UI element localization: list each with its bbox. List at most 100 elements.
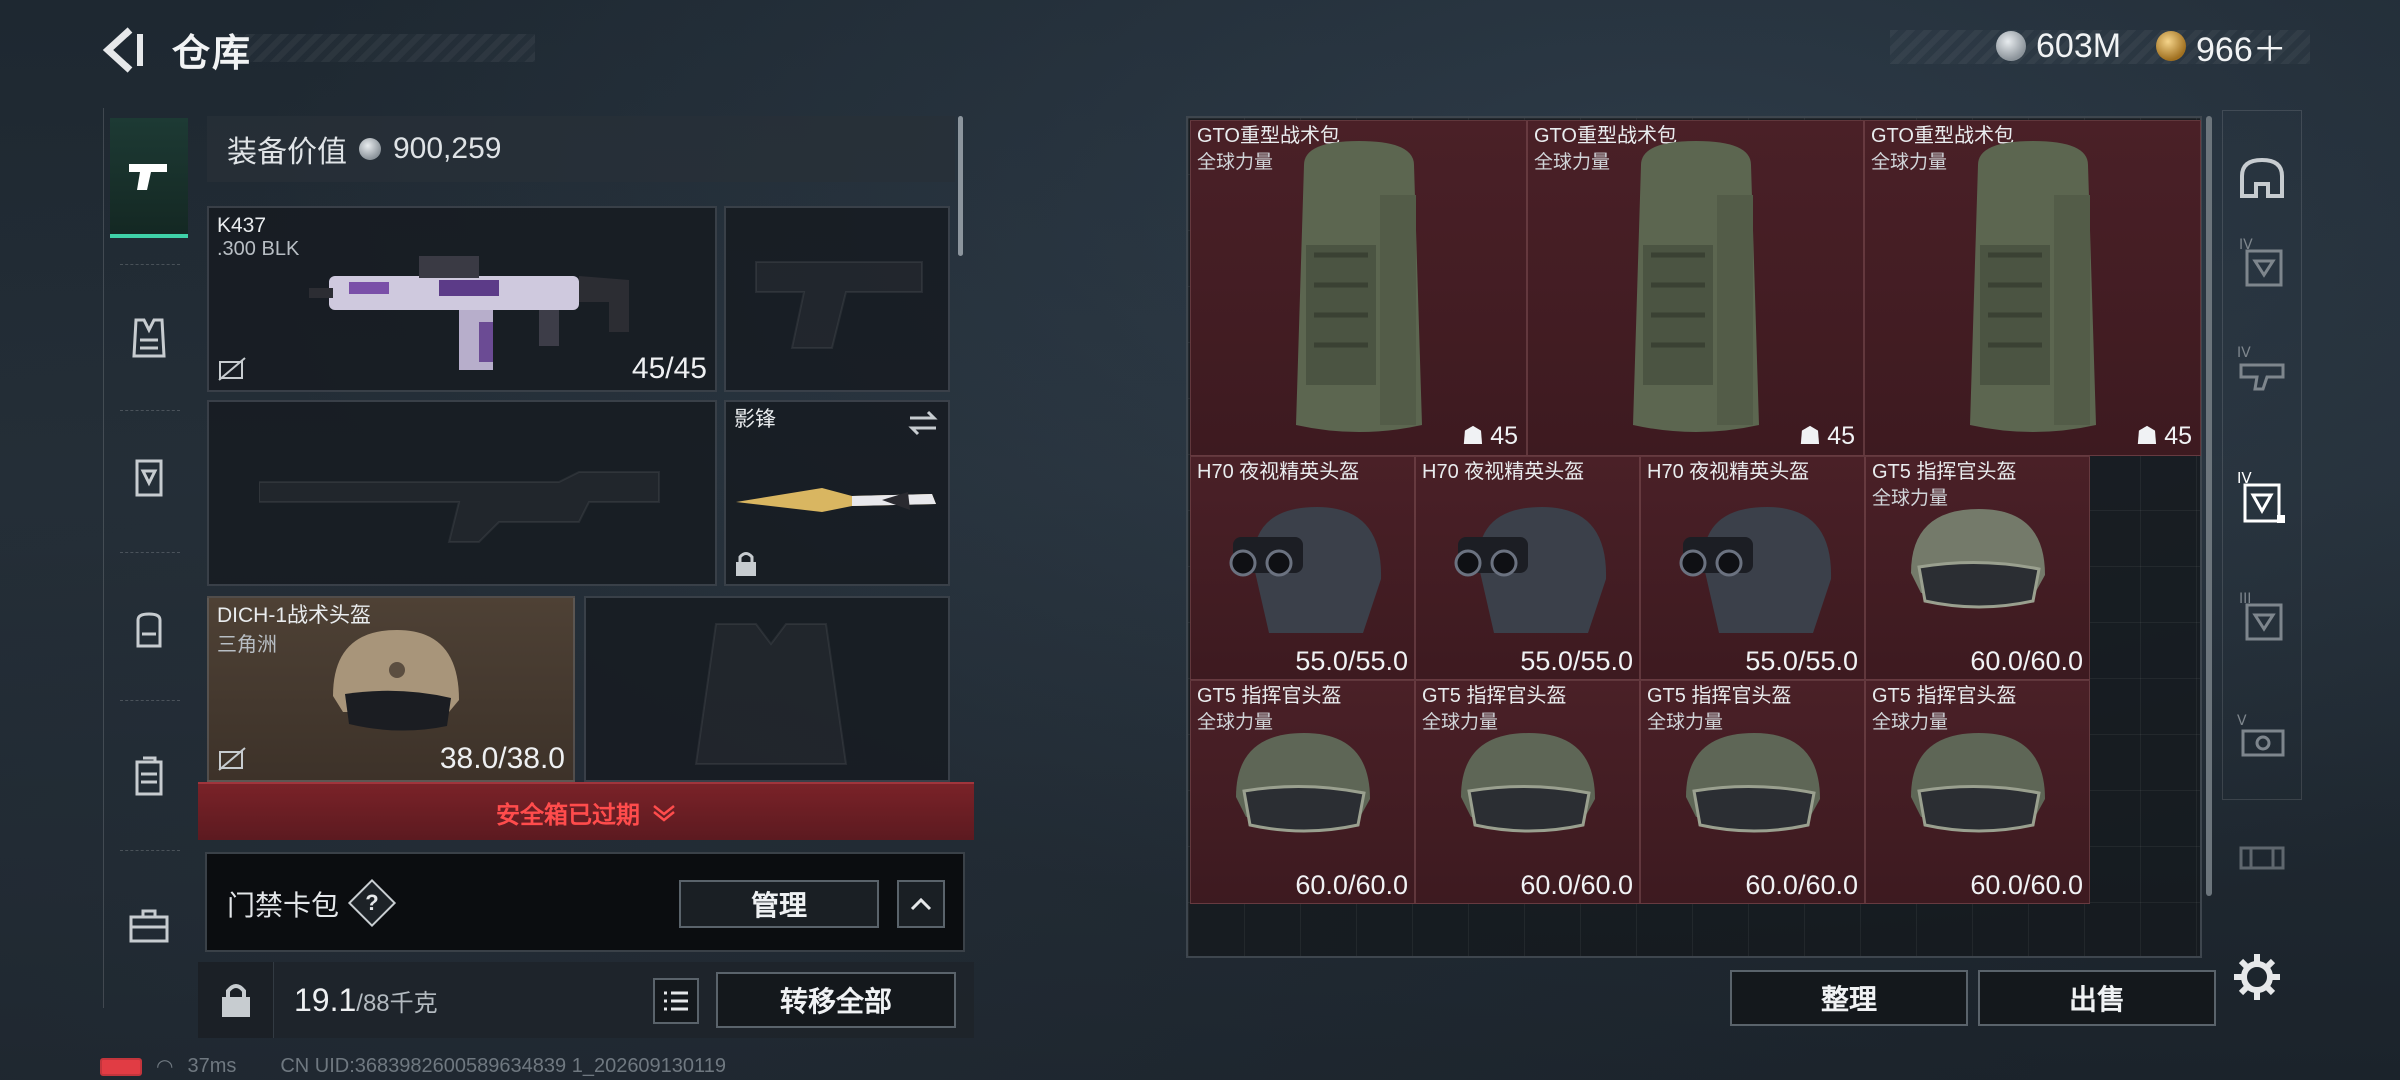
help-glyph: ? [365,890,379,915]
nav-divider [120,410,180,411]
currency-silver[interactable]: 603M [1996,24,2121,68]
item-sub: 全球力量 [1871,152,1948,173]
rig-iv-filter-icon: IV [2237,345,2285,391]
filter-armor-v[interactable]: V [2222,694,2302,778]
stash-scrollbar[interactable] [2206,116,2212,896]
item-capacity: ☗ 45 [2136,421,2192,451]
item-durability: 60.0/60.0 [1970,870,2083,900]
list-icon [664,991,688,1011]
filter-armor-iv[interactable]: IV [2222,220,2302,304]
stash-item-helmet[interactable]: GT5 指挥官头盔 全球力量 60.0/60.0 [1640,680,1865,904]
equipment-value-bar: 装备价值 900,259 [207,116,955,182]
capacity-icon: ☗ [1461,422,1485,450]
currency-gold-value: 966＋ [2196,30,2287,69]
item-durability: 60.0/60.0 [1520,870,1633,900]
stash-item-helmet[interactable]: GT5 指挥官头盔 全球力量 60.0/60.0 [1415,680,1640,904]
filter-armor-iv-active[interactable]: IV [2222,456,2302,540]
nav-divider [120,264,180,265]
no-insurance-icon [218,357,246,381]
knife-image [736,488,936,512]
commander-helmet-image [1910,733,2045,833]
chevron-up-icon [910,897,932,911]
primary-weapon-slot[interactable]: K437 .300 BLK 45/45 [207,206,717,392]
armor-v-filter-icon: V [2237,713,2285,757]
backpack-image [1295,141,1422,432]
filter-rig-iv[interactable]: IV [2222,326,2302,410]
weight-current: 19.1 [294,982,357,1018]
padlock-icon [221,984,250,1017]
stash-grid: GTO重型战术包 全球力量 ☗ 45 GTO重型战术包 全球力量 ☗ 45 GTO重… [1186,116,2202,958]
commander-helmet-image [1685,733,1820,833]
bag-lock-button[interactable] [198,962,274,1038]
stash-item-helmet[interactable]: GT5 指挥官头盔 全球力量 60.0/60.0 [1865,456,2090,680]
item-name: GT5 指挥官头盔 [1422,685,1567,707]
back-button[interactable] [100,22,148,78]
gear-icon [2234,954,2280,1000]
stash-item-helmet[interactable]: H70 夜视精英头盔 55.0/55.0 [1190,456,1415,680]
item-durability: 60.0/60.0 [1745,870,1858,900]
rig-filter-icon [2239,846,2285,870]
sort-button[interactable]: 整理 [1730,970,1968,1026]
item-capacity: ☗ 45 [1799,421,1855,451]
title-decoration [230,34,535,62]
nvg-helmet-image [1454,507,1606,633]
stash-item-helmet[interactable]: GT5 指挥官头盔 全球力量 60.0/60.0 [1865,680,2090,904]
transfer-all-button[interactable]: 转移全部 [716,972,956,1028]
nav-armor[interactable] [110,418,188,538]
nav-toolbox[interactable] [110,866,188,986]
stash-item-backpack[interactable]: GTO重型战术包 全球力量 ☗ 45 [1190,120,1527,456]
helmet-slot[interactable]: DICH-1战术头盔 三角洲 38.0/38.0 [207,596,575,782]
help-icon[interactable]: ? [347,878,397,928]
helmet-durability: 38.0/38.0 [439,742,565,775]
sidearm-slot[interactable] [724,206,950,392]
armor-slot[interactable] [584,596,950,782]
loadout-scrollbar[interactable] [958,116,963,256]
filter-helmet[interactable] [2222,136,2302,220]
currency-gold[interactable]: 966＋ [2156,24,2287,69]
filter-armor-iii[interactable]: III [2222,574,2302,658]
uid-text: CN UID:3683982600589634839 1_20260913011… [280,1055,726,1077]
lock-icon [736,552,756,576]
stash-item-helmet[interactable]: H70 夜视精英头盔 55.0/55.0 [1415,456,1640,680]
item-name: H70 夜视精英头盔 [1197,461,1360,483]
item-durability: 55.0/55.0 [1745,646,1858,676]
stash-item-helmet[interactable]: H70 夜视精英头盔 55.0/55.0 [1640,456,1865,680]
safe-box-expired-banner[interactable]: 安全箱已过期 [198,782,974,840]
filter-tag: V [2237,713,2247,729]
item-name: GT5 指挥官头盔 [1197,685,1342,707]
melee-slot[interactable]: 影锋 [724,400,950,586]
item-name: GT5 指挥官头盔 [1872,685,2017,707]
item-durability: 60.0/60.0 [1970,646,2083,676]
collapse-button[interactable] [897,880,945,928]
safe-box-expired-label: 安全箱已过期 [496,801,640,829]
pistol-icon [129,164,167,190]
stash-item-backpack[interactable]: GTO重型战术包 全球力量 ☗ 45 [1527,120,1864,456]
nav-vest[interactable] [110,278,188,398]
swap-icon[interactable] [908,410,938,436]
armor-iv-filter-icon: IV [2237,469,2285,523]
stash-item-backpack[interactable]: GTO重型战术包 全球力量 ☗ 45 [1864,120,2201,456]
secondary-weapon-slot[interactable] [207,400,717,586]
chevron-down-icon [653,805,675,822]
sell-button[interactable]: 出售 [1978,970,2216,1026]
commander-helmet-image [1910,509,2045,609]
weight-bar: 19.1/88千克 转移全部 [198,962,974,1038]
weight-readout: 19.1/88千克 [294,982,438,1019]
stash-item-helmet[interactable]: GT5 指挥官头盔 全球力量 60.0/60.0 [1190,680,1415,904]
status-bar: ◠ 37ms CN UID:3683982600589634839 1_2026… [100,1054,726,1079]
item-sub: 全球力量 [1534,152,1611,173]
rifle-placeholder-icon [259,471,660,543]
nav-divider [120,552,180,553]
vest-icon [132,318,166,358]
armor-iv-filter-icon: IV [2239,237,2283,287]
nvg-helmet-image [1679,507,1831,633]
battery-icon [100,1057,142,1076]
item-capacity: ☗ 45 [1462,421,1518,451]
filter-rig[interactable] [2222,816,2302,900]
manage-button[interactable]: 管理 [679,880,879,928]
nav-container[interactable] [110,716,188,836]
nav-backpack[interactable] [110,570,188,690]
settings-button[interactable] [2232,952,2282,1002]
nav-weapons[interactable] [110,118,188,238]
list-view-button[interactable] [653,978,699,1024]
